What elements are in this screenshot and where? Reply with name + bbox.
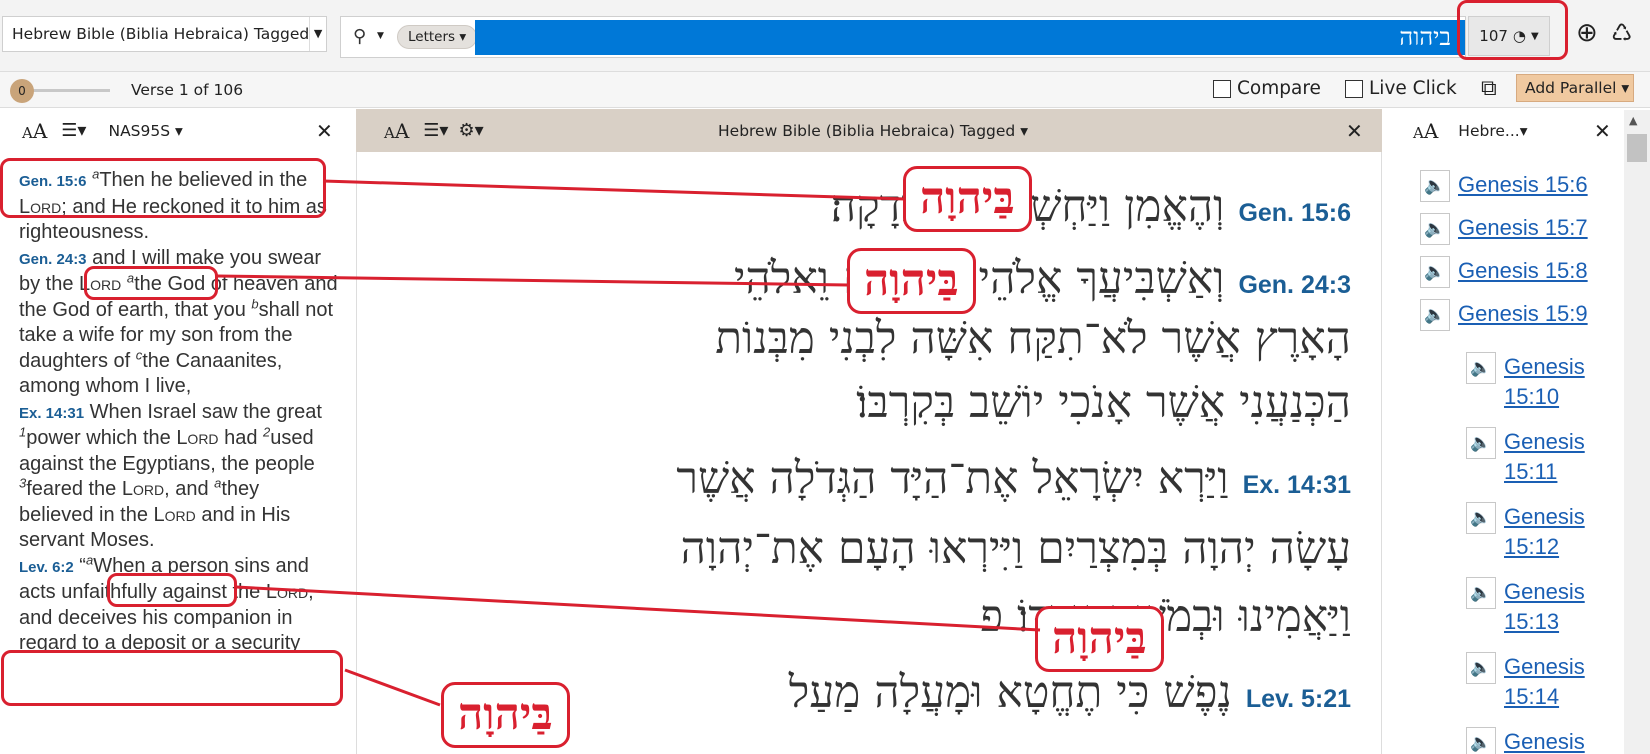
gear-icon[interactable]: ⚙▾ — [458, 120, 483, 141]
chevron-up-icon[interactable]: ▲ — [1629, 114, 1637, 127]
resource-title: Hebrew Bible (Biblia Hebraica) Tagged — [12, 25, 310, 43]
highlighted-search-hit[interactable]: בַּיהוָה — [847, 248, 976, 314]
search-icon[interactable]: ⚲ — [353, 26, 366, 47]
verse-navigation-bar: 0 Verse 1 of 106 Compare Live Click ⧉ Ad… — [0, 72, 1650, 108]
hebrew-line: הַכְּנַעֲנִי אֲשֶׁר אָנֹכִי יוֹשֵׁב בְּק… — [856, 377, 1351, 428]
highlighted-search-hit[interactable]: בַּיהוָה — [1035, 606, 1164, 672]
search-mode-chip[interactable]: Letters ▾ — [397, 25, 478, 49]
hebrew-line: הָאָרֶץ אֲשֶׁר לֹא־תִקַּח אִשָּׁה לִבְנִ… — [715, 313, 1351, 364]
result-count-button[interactable]: 107 ◔ ▼ — [1468, 16, 1550, 56]
hebrew-line: Gen. 24:3 וְאַשְׁבִּיעֲךָ אֱלֹהֵי הַשָּׁ… — [733, 253, 1351, 304]
right-panel-header: AA Hebre...▾ ✕ — [1386, 109, 1650, 152]
left-panel-header: AA ☰▾ NAS95S ▾ ✕ — [0, 109, 352, 152]
hebrew-line: עָשָׂה יְהוָה בְּמִצְרַיִם וַיִּירְאוּ ה… — [680, 523, 1351, 574]
verse-reference[interactable]: Gen. 15:6 — [1238, 199, 1351, 227]
chevron-down-icon: ▼ — [1531, 30, 1539, 42]
verse-reference[interactable]: Ex. 14:31 — [19, 405, 84, 422]
parallel-panel-icon[interactable]: ⧉ — [1481, 76, 1497, 101]
chevron-down-icon[interactable]: ▼ — [377, 31, 384, 41]
speaker-icon[interactable]: 🔈 — [1466, 352, 1496, 384]
verse-reference[interactable]: Lev. 5:21 — [1246, 685, 1351, 713]
font-size-icon[interactable]: AA — [1413, 119, 1438, 143]
list-item[interactable]: 🔈 Genesis 15:13 — [1466, 577, 1606, 637]
chevron-down-icon[interactable]: ▼ — [309, 17, 326, 51]
verse-item: Gen. 15:6 aThen he believed in the Lord;… — [19, 166, 327, 243]
verse-reference[interactable]: Gen. 24:3 — [1238, 271, 1351, 299]
add-parallel-button[interactable]: Add Parallel ▾ — [1516, 74, 1634, 102]
list-item[interactable]: 🔈 Genesis 15:9 — [1420, 299, 1588, 331]
list-item[interactable]: 🔈 Genesis 15:14 — [1466, 652, 1606, 712]
hebrew-text-panel: Gen. 15:6 וְהֶאֱמִן וַיַּחְשְׁבֶהָ לֹּו … — [356, 152, 1382, 754]
list-item[interactable]: 🔈 Genesis 15:11 — [1466, 427, 1606, 487]
live-click-checkbox[interactable]: Live Click — [1345, 78, 1457, 99]
footnote-marker[interactable]: a — [127, 270, 134, 285]
recycle-icon[interactable]: ♺ — [1611, 18, 1633, 48]
result-count: 107 — [1479, 27, 1508, 45]
close-icon[interactable]: ✕ — [1346, 119, 1363, 143]
panel-title[interactable]: Hebrew Bible (Biblia Hebraica) Tagged ▾ — [718, 122, 1028, 140]
verse-position: Verse 1 of 106 — [131, 81, 244, 99]
close-icon[interactable]: ✕ — [316, 119, 333, 143]
resource-selector[interactable]: Hebrew Bible (Biblia Hebraica) Tagged ▼ — [2, 16, 327, 52]
verse-reference[interactable]: Gen. 15:6 — [19, 173, 87, 190]
scrollbar-thumb[interactable] — [1627, 134, 1647, 162]
speaker-icon[interactable]: 🔈 — [1466, 727, 1496, 754]
speaker-icon[interactable]: 🔈 — [1466, 652, 1496, 684]
font-size-icon[interactable]: AA — [22, 119, 47, 143]
list-item[interactable]: 🔈 Genesis 15:8 — [1420, 256, 1588, 288]
speaker-icon[interactable]: 🔈 — [1420, 299, 1450, 331]
search-input[interactable] — [475, 20, 1465, 55]
version-selector[interactable]: NAS95S ▾ — [108, 122, 182, 140]
live-click-label: Live Click — [1369, 78, 1457, 99]
verse-item: Lev. 6:2 “aWhen a person sins and acts u… — [19, 551, 314, 654]
highlighted-search-hit[interactable]: בַּיהוָה — [903, 166, 1032, 232]
hebrew-line: Lev. 5:21 נֶפֶשׁ כִּי תֶחֱטָא וּמָעֲלָה … — [788, 667, 1351, 718]
list-item[interactable]: 🔈 Genesis 15:10 — [1466, 352, 1606, 412]
footnote-marker[interactable]: b — [251, 296, 258, 311]
list-item[interactable]: 🔈 Genesis 15:12 — [1466, 502, 1606, 562]
verse-slider-track[interactable] — [22, 89, 110, 92]
verse-item: Gen. 24:3 and I will make you swear by t… — [19, 246, 338, 398]
search-bar: ⚲ ▼ Letters ▾ — [340, 16, 1466, 58]
checkbox-box[interactable] — [1345, 79, 1363, 98]
compare-checkbox[interactable]: Compare — [1213, 78, 1321, 99]
highlighted-search-hit[interactable]: בַּיהוָה — [441, 682, 570, 748]
verse-list: Gen. 15:6 aThen he believed in the Lord;… — [19, 166, 339, 657]
pie-chart-icon: ◔ — [1512, 27, 1527, 45]
list-format-icon[interactable]: ☰▾ — [423, 120, 448, 141]
speaker-icon[interactable]: 🔈 — [1420, 256, 1450, 288]
toolbar: Hebrew Bible (Biblia Hebraica) Tagged ▼ … — [0, 0, 1650, 72]
verse-reference[interactable]: Gen. 24:3 — [19, 251, 87, 268]
hebrew-panel-header: AA ☰▾ ⚙▾ Hebrew Bible (Biblia Hebraica) … — [356, 109, 1382, 152]
compare-label: Compare — [1237, 78, 1321, 99]
list-item[interactable]: 🔈 Genesis 15:7 — [1420, 213, 1588, 245]
speaker-icon[interactable]: 🔈 — [1466, 502, 1496, 534]
verse-reference[interactable]: Ex. 14:31 — [1243, 471, 1351, 499]
speaker-icon[interactable]: 🔈 — [1420, 170, 1450, 202]
verse-reference[interactable]: Lev. 6:2 — [19, 559, 74, 576]
plus-circle-icon[interactable]: ⊕ — [1576, 18, 1598, 48]
verse-item: Ex. 14:31 When Israel saw the great 1pow… — [19, 400, 322, 552]
speaker-icon[interactable]: 🔈 — [1466, 577, 1496, 609]
panel-title[interactable]: Hebre...▾ — [1458, 122, 1527, 140]
list-item[interactable]: 🔈 Genesis 15:6 — [1420, 170, 1588, 202]
hebrew-line: Ex. 14:31 וַיַּרְא יִשְׂרָאֵל אֶת־הַיָּד… — [676, 453, 1351, 504]
checkbox-box[interactable] — [1213, 79, 1231, 98]
list-format-icon[interactable]: ☰▾ — [61, 120, 86, 141]
scrollbar[interactable] — [1624, 110, 1650, 754]
verse-slider-thumb[interactable]: 0 — [10, 79, 34, 103]
speaker-icon[interactable]: 🔈 — [1466, 427, 1496, 459]
font-size-icon[interactable]: AA — [384, 119, 409, 143]
search-results-panel: 🔈 Genesis 15:6 🔈 Genesis 15:7 🔈 Genesis 15:… — [1386, 152, 1650, 754]
speaker-icon[interactable]: 🔈 — [1420, 213, 1450, 245]
close-icon[interactable]: ✕ — [1594, 119, 1611, 143]
list-item[interactable]: 🔈 Genesis — [1466, 727, 1606, 754]
